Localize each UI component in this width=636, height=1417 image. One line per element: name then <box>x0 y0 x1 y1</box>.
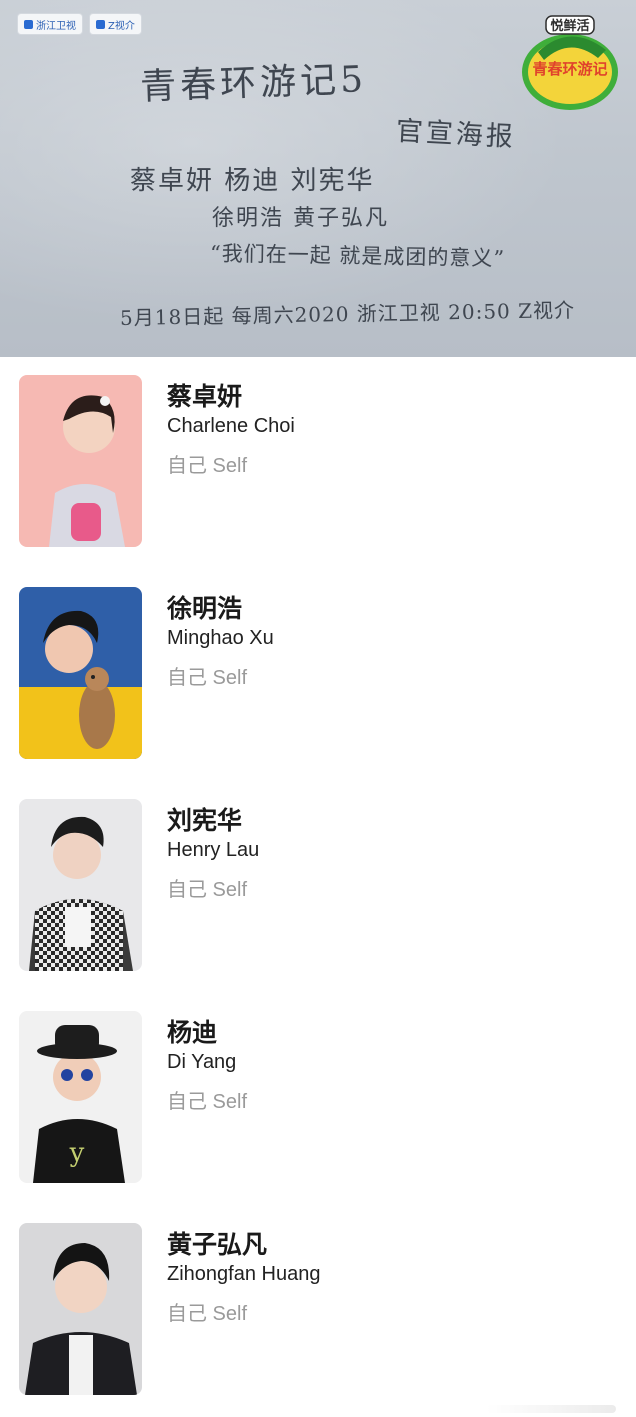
cast-photo[interactable] <box>19 587 142 759</box>
cast-item[interactable]: 徐明浩 Minghao Xu 自己 Self <box>0 569 636 781</box>
cast-name-cn[interactable]: 徐明浩 <box>167 589 242 625</box>
zhejiang-tv-badge: 浙江卫视 <box>17 13 83 35</box>
cast-role: 自己 Self <box>167 879 248 901</box>
cast-item[interactable]: y 杨迪 Di Yang 自己 Self <box>0 993 636 1205</box>
cast-role: 自己 Self <box>167 1091 248 1113</box>
cast-name-en: Charlene Choi <box>167 415 295 437</box>
cast-name-en: Zihongfan Huang <box>167 1263 321 1285</box>
portrait-blue-yellow-meerkat-icon <box>19 587 142 759</box>
cast-item[interactable]: 刘宪华 Henry Lau 自己 Self <box>0 781 636 993</box>
cast-name-cn[interactable]: 黄子弘凡 <box>167 1225 267 1261</box>
poster-quote: “我们在一起 就是成团的意义” <box>209 241 506 271</box>
poster-title: 青春环游记5 <box>139 59 368 108</box>
cast-list: 蔡卓妍 Charlene Choi 自己 Self 徐明浩 Minghao Xu… <box>0 357 636 1417</box>
cast-name-en: Minghao Xu <box>167 627 274 649</box>
zshijie-icon <box>96 19 105 29</box>
cast-name-en: Henry Lau <box>167 839 260 861</box>
svg-text:y: y <box>69 1138 85 1168</box>
portrait-checkered-jacket-icon <box>19 799 142 971</box>
cast-role: 自己 Self <box>167 455 248 477</box>
cast-name-cn[interactable]: 杨迪 <box>167 1013 217 1049</box>
cast-name-cn[interactable]: 刘宪华 <box>167 801 242 837</box>
cast-name-en: Di Yang <box>167 1051 237 1073</box>
cast-name-cn[interactable]: 蔡卓妍 <box>167 377 242 413</box>
cast-photo[interactable]: y <box>19 1011 142 1183</box>
poster-date: 5月18日起 每周六2020 浙江卫视 20:50 Z视介 <box>119 298 576 330</box>
watermark <box>486 1405 616 1413</box>
poster-subtitle: 官宣海报 <box>395 115 517 154</box>
svg-text:青春环游记: 青春环游记 <box>532 60 607 78</box>
cast-photo[interactable] <box>19 375 142 547</box>
broadcaster-badges: 浙江卫视 Z视介 <box>17 13 142 35</box>
cast-item[interactable]: 蔡卓妍 Charlene Choi 自己 Self <box>0 357 636 569</box>
show-logo: 悦鲜活 青春环游记 <box>518 12 622 116</box>
cast-photo[interactable] <box>19 1223 142 1395</box>
cast-role: 自己 Self <box>167 667 248 689</box>
cast-item[interactable]: 黄子弘凡 Zihongfan Huang 自己 Self <box>0 1205 636 1417</box>
portrait-dark-jacket-icon <box>19 1223 142 1395</box>
zshijie-badge: Z视介 <box>89 13 142 35</box>
poster-names-line2: 徐明浩 黄子弘凡 <box>212 206 389 231</box>
portrait-pink-background-icon <box>19 375 142 547</box>
poster-banner[interactable]: 浙江卫视 Z视介 悦鲜活 青春环游记 青春环游记5 官宣海报 蔡卓妍 杨迪 刘宪… <box>0 0 636 357</box>
cast-role: 自己 Self <box>167 1303 248 1325</box>
svg-text:悦鲜活: 悦鲜活 <box>550 18 589 34</box>
cast-photo[interactable] <box>19 799 142 971</box>
zhejiang-tv-icon <box>24 19 33 29</box>
portrait-hat-sunglasses-icon: y <box>19 1011 142 1183</box>
poster-names-line1: 蔡卓妍 杨迪 刘宪华 <box>130 166 375 196</box>
